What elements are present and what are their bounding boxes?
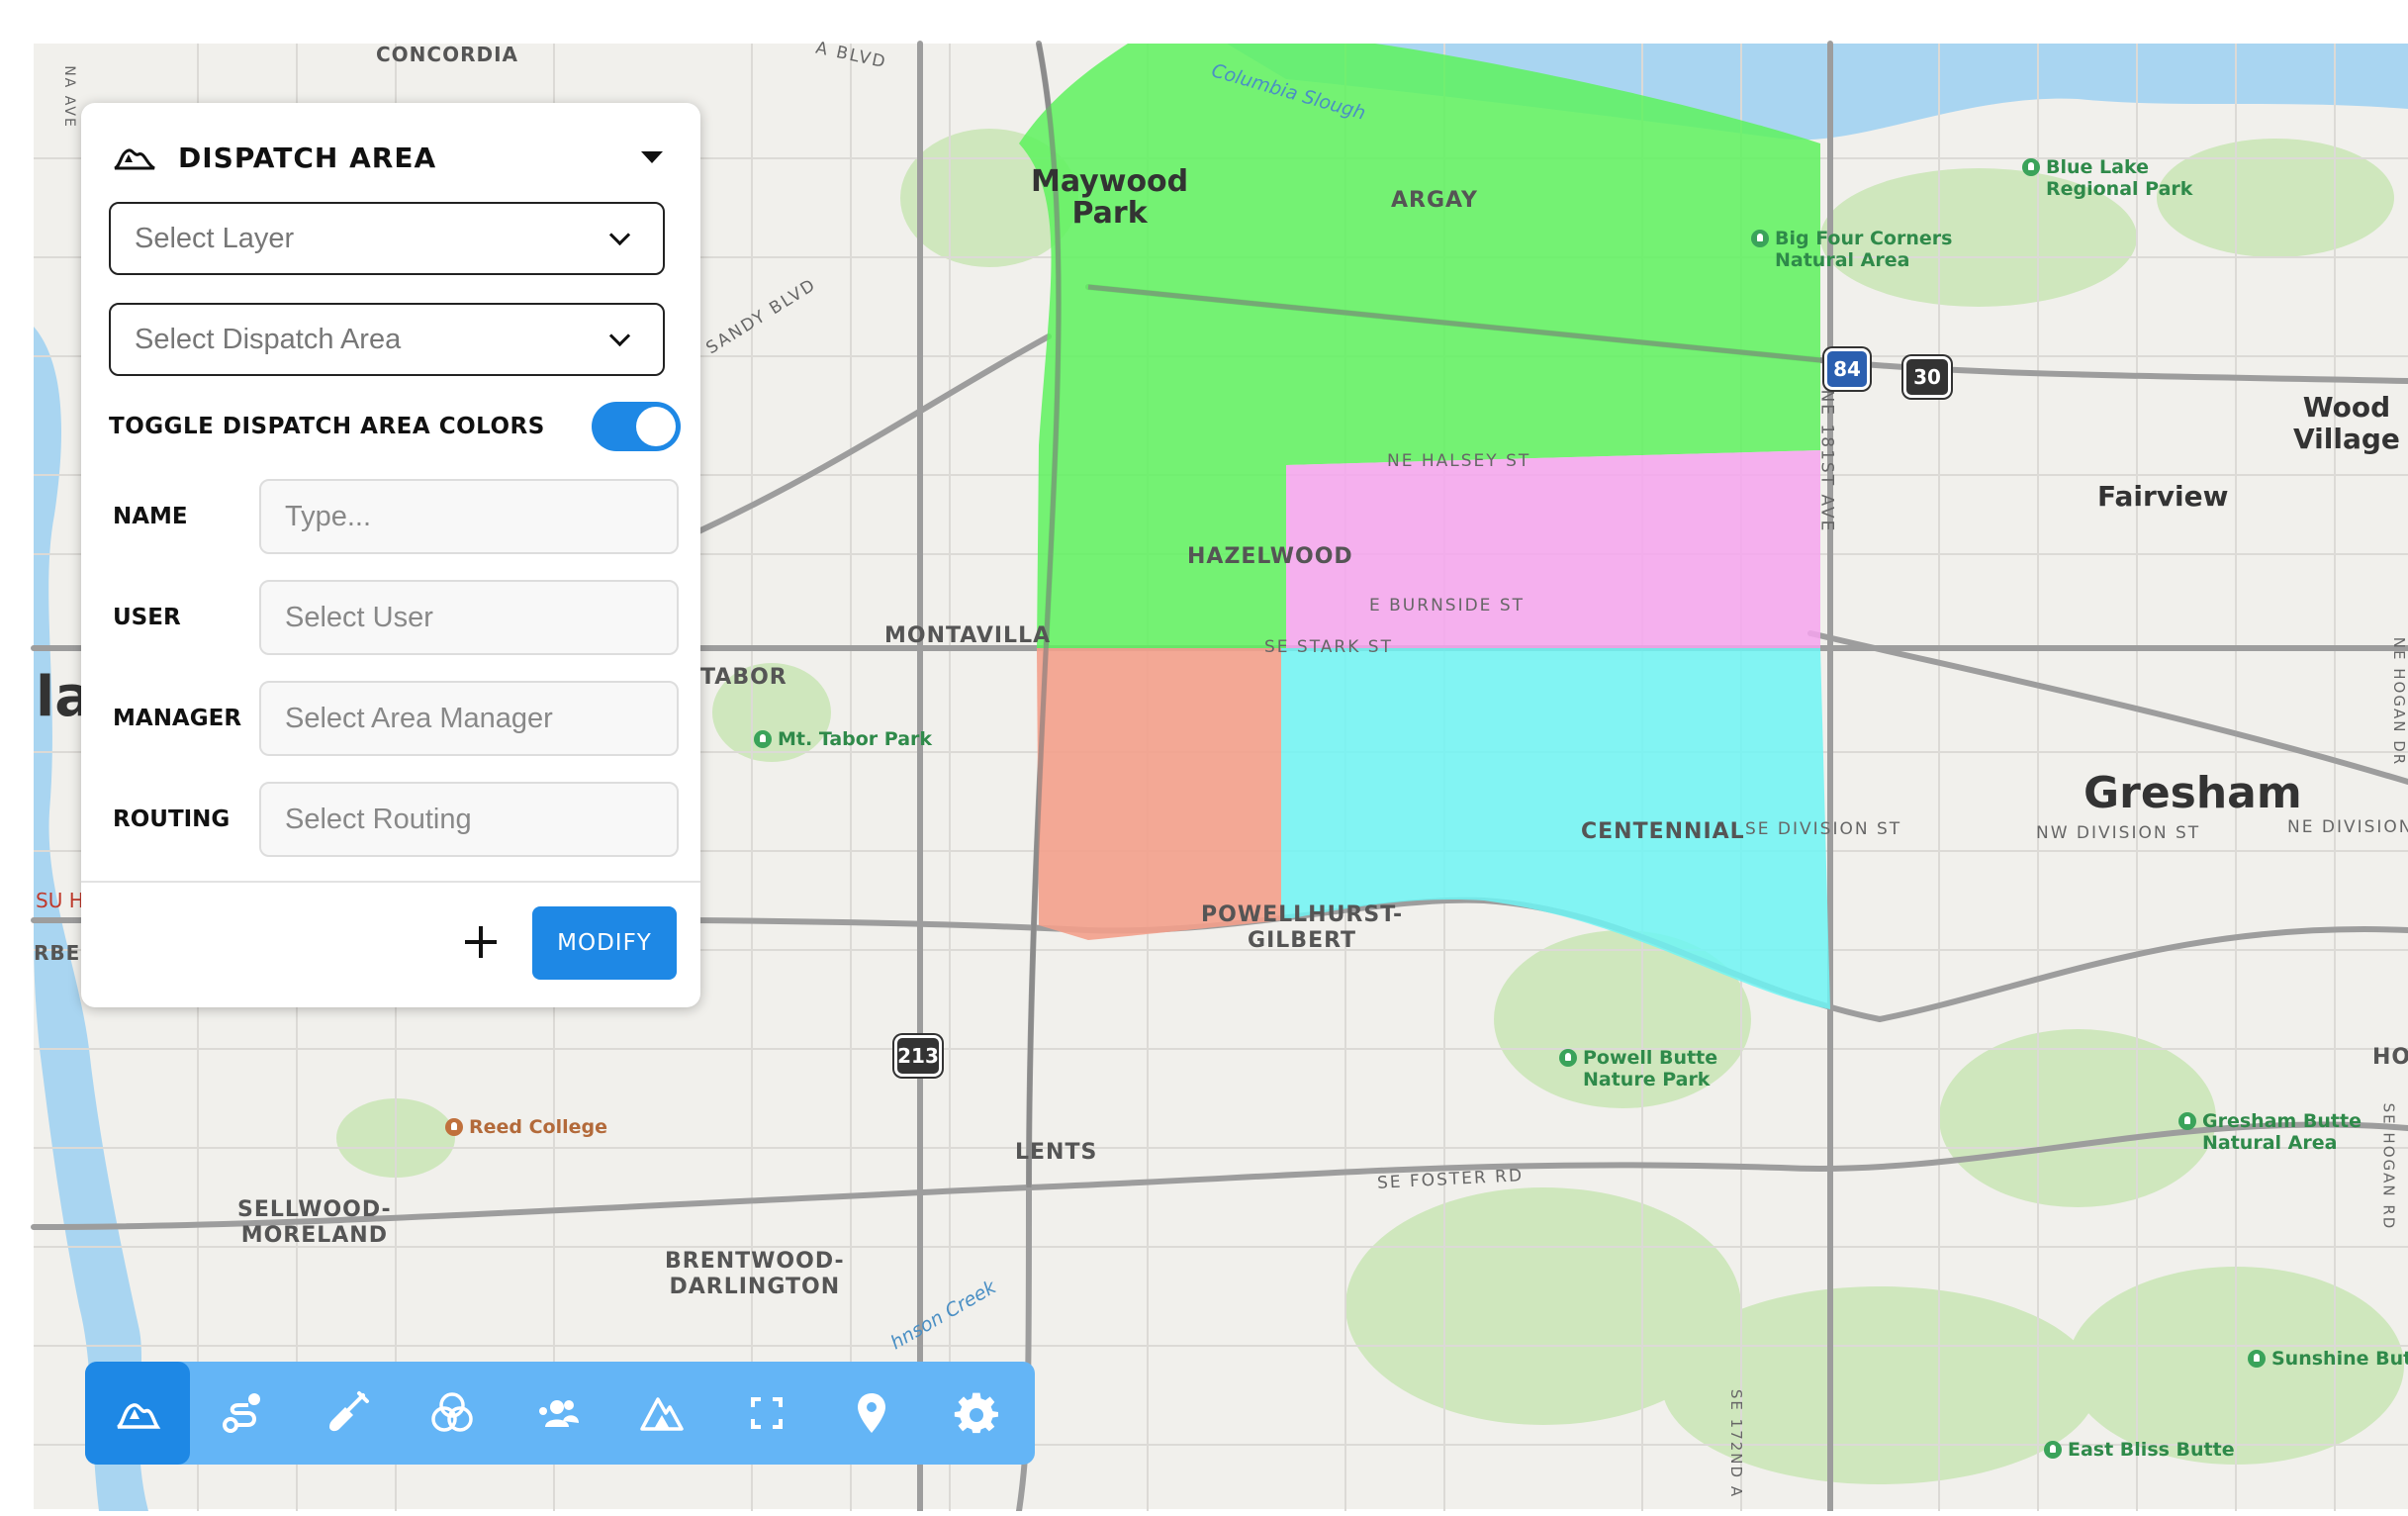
poi-powell-butte[interactable]: Powell Butte Nature Park: [1559, 1047, 1717, 1090]
chevron-down-icon: [608, 325, 631, 346]
label-powellhurst-gilbert: POWELLHURST- GILBERT: [1201, 902, 1404, 953]
tool-users[interactable]: [505, 1362, 609, 1465]
poi-east-bliss-butte[interactable]: East Bliss Butte: [2044, 1439, 2235, 1461]
chevron-down-icon: [608, 224, 631, 245]
street-na-ave: NA AVE: [60, 65, 77, 129]
manager-field-row: MANAGER Select Area Manager: [113, 681, 683, 756]
modify-button[interactable]: MODIFY: [532, 906, 677, 980]
label-hog: HOG: [2372, 1045, 2408, 1070]
select-dispatch-area-placeholder: Select Dispatch Area: [135, 323, 402, 355]
tool-settings[interactable]: [924, 1362, 1029, 1465]
us-30-shield: 30: [1903, 356, 1951, 398]
park-pin-icon: [2022, 158, 2040, 176]
street-ne-hogan-dr: NE HOGAN DR: [2390, 636, 2408, 767]
toggle-knob: [636, 407, 676, 446]
name-label: NAME: [113, 504, 188, 529]
route-213-shield: 213: [894, 1035, 942, 1077]
poi-blue-lake[interactable]: Blue Lake Regional Park: [2022, 156, 2192, 200]
users-icon: [539, 1400, 579, 1427]
label-hazelwood: HAZELWOOD: [1187, 544, 1353, 569]
poi-big-four-corners[interactable]: Big Four Corners Natural Area: [1751, 228, 1952, 271]
tool-location[interactable]: [819, 1362, 924, 1465]
user-select[interactable]: Select User: [259, 580, 679, 655]
location-pin-icon: [858, 1393, 885, 1433]
area-marker-icon: [640, 1397, 684, 1431]
city-maywood-park: Maywood Park: [1031, 164, 1189, 231]
fullscreen-icon: [751, 1397, 783, 1429]
select-layer-placeholder: Select Layer: [135, 222, 295, 254]
routing-label: ROUTING: [113, 806, 231, 832]
college-icon: [445, 1118, 463, 1136]
toggle-dispatch-colors-switch[interactable]: [592, 402, 681, 451]
label-tabor: TABOR: [700, 665, 787, 690]
label-montavilla: MONTAVILLA: [884, 623, 1052, 648]
street-se-division: SE DIVISION ST: [1745, 819, 1902, 839]
park-pin-icon: [1559, 1049, 1577, 1067]
routing-field-row: ROUTING Select Routing: [113, 782, 683, 857]
street-ne-division: NE DIVISION: [2287, 817, 2408, 837]
plus-icon[interactable]: [461, 922, 501, 962]
city-wood-village: Wood Village: [2293, 391, 2400, 455]
shovel-icon: [329, 1391, 369, 1432]
panel-header[interactable]: DISPATCH AREA: [113, 135, 669, 180]
tool-route[interactable]: [190, 1362, 295, 1465]
user-field-row: USER Select User: [113, 580, 683, 655]
street-se-hogan-rd: SE HOGAN RD: [2379, 1102, 2398, 1231]
street-ne-181st: NE 181ST AVE: [1816, 389, 1837, 533]
toggle-row: TOGGLE DISPATCH AREA COLORS: [109, 402, 681, 451]
label-sellwood-moreland: SELLWOOD- MORELAND: [237, 1197, 392, 1248]
city-gresham: Gresham: [2084, 768, 2302, 818]
overlap-circles-icon: [431, 1392, 473, 1432]
dispatch-area-icon: [114, 148, 155, 170]
street-se-stark: SE STARK ST: [1264, 637, 1393, 657]
manager-label: MANAGER: [113, 706, 242, 731]
tool-dispatch-area[interactable]: [85, 1362, 190, 1465]
panel-title: DISPATCH AREA: [178, 141, 437, 174]
route-icon: [223, 1393, 260, 1433]
chevron-down-icon[interactable]: [641, 151, 663, 163]
street-se-172nd: SE 172ND A: [1727, 1388, 1746, 1499]
park-pin-icon: [754, 730, 772, 748]
city-fairview: Fairview: [2097, 480, 2229, 513]
name-input[interactable]: Type...: [259, 479, 679, 554]
dispatch-area-icon: [116, 1403, 161, 1429]
poi-sunshine-butte[interactable]: Sunshine But: [2248, 1348, 2408, 1370]
street-nw-division: NW DIVISION ST: [2036, 823, 2201, 843]
dispatch-area-panel: DISPATCH AREA Select Layer Select Dispat…: [81, 103, 700, 1007]
label-concordia: CONCORDIA: [376, 43, 519, 66]
poi-reed-college[interactable]: Reed College: [445, 1116, 607, 1138]
bottom-toolbar: [85, 1362, 1035, 1465]
interstate-84-shield: 84: [1824, 348, 1870, 390]
poi-gresham-butte[interactable]: Gresham Butte Natural Area: [2178, 1110, 2362, 1154]
dispatch-zone-southwest[interactable]: [1037, 648, 1281, 940]
label-fragment-3: RBE: [34, 941, 81, 965]
label-lents: LENTS: [1015, 1140, 1098, 1165]
poi-mt-tabor[interactable]: Mt. Tabor Park: [754, 728, 932, 750]
label-argay: ARGAY: [1391, 188, 1478, 213]
label-centennial: CENTENNIAL: [1581, 819, 1745, 844]
manager-select[interactable]: Select Area Manager: [259, 681, 679, 756]
dispatch-zone-central-east[interactable]: [1286, 450, 1820, 648]
select-layer-dropdown[interactable]: Select Layer: [109, 202, 665, 275]
tool-area-marker[interactable]: [609, 1362, 714, 1465]
routing-select[interactable]: Select Routing: [259, 782, 679, 857]
tool-overlap[interactable]: [400, 1362, 505, 1465]
gear-icon: [954, 1392, 998, 1434]
street-e-burnside: E BURNSIDE ST: [1369, 596, 1525, 616]
name-field-row: NAME Type...: [113, 479, 683, 554]
select-dispatch-area-dropdown[interactable]: Select Dispatch Area: [109, 303, 665, 376]
tool-fullscreen[interactable]: [714, 1362, 819, 1465]
tool-shovel[interactable]: [295, 1362, 400, 1465]
panel-divider: [81, 881, 700, 883]
street-ne-halsey: NE HALSEY ST: [1387, 451, 1531, 471]
park-pin-icon: [2044, 1441, 2062, 1459]
user-label: USER: [113, 605, 181, 630]
park-pin-icon: [2248, 1350, 2266, 1368]
toggle-label: TOGGLE DISPATCH AREA COLORS: [109, 414, 545, 439]
park-pin-icon: [2178, 1112, 2196, 1130]
label-brentwood-darlington: BRENTWOOD- DARLINGTON: [665, 1249, 845, 1299]
park-pin-icon: [1751, 230, 1769, 247]
